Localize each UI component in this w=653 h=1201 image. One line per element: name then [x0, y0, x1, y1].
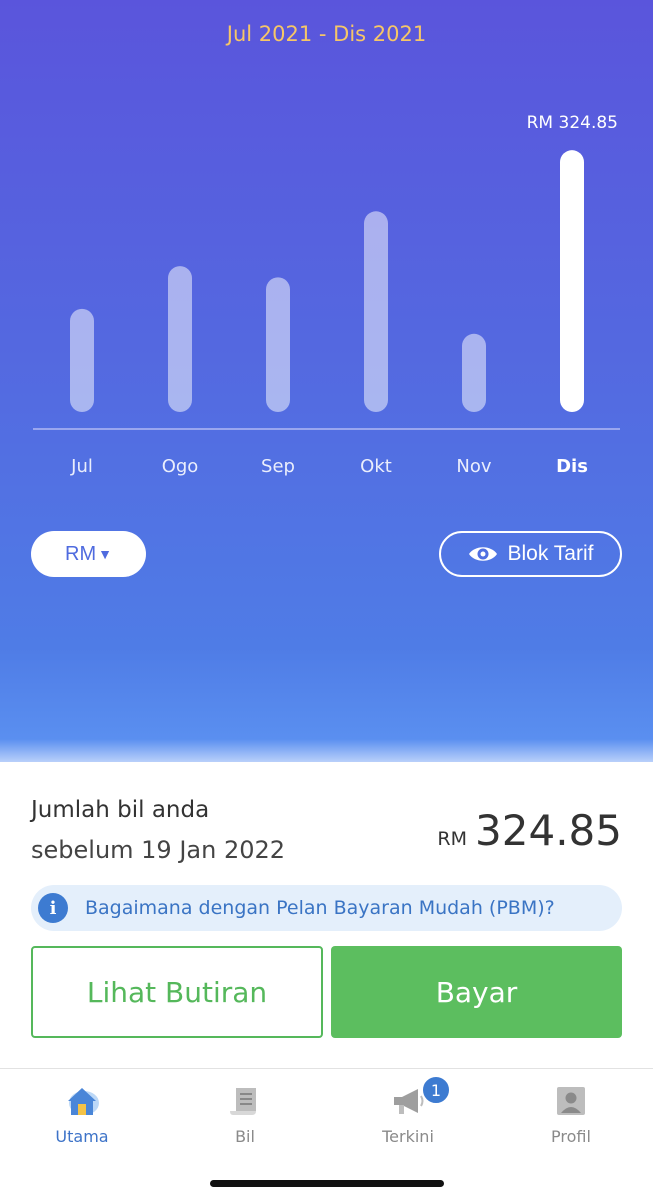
x-tick-label: Nov	[456, 456, 491, 477]
view-details-button[interactable]: Lihat Butiran	[31, 946, 323, 1038]
bill-currency: RM	[437, 828, 468, 850]
bar-ogo[interactable]	[168, 266, 192, 412]
x-tick-label: Okt	[360, 456, 392, 477]
bar-okt[interactable]	[364, 211, 388, 412]
bill-summary-title: Jumlah bil anda	[31, 797, 210, 823]
home-indicator	[210, 1180, 444, 1187]
x-tick-label: Jul	[70, 456, 93, 477]
tab-bil-label: Bil	[235, 1127, 255, 1146]
unit-label: RM	[65, 542, 97, 565]
tab-utama-label: Utama	[55, 1127, 109, 1146]
tariff-block-button[interactable]: Blok Tarif	[439, 531, 622, 577]
x-tick-label: Dis	[556, 456, 588, 477]
highlight-value-label: RM 324.85	[527, 113, 618, 133]
bill-due-date: sebelum 19 Jan 2022	[31, 836, 286, 864]
x-tick-label: Sep	[261, 456, 295, 477]
profile-icon	[557, 1087, 585, 1115]
bar-dis[interactable]	[560, 150, 584, 412]
eye-icon	[468, 547, 497, 561]
notification-badge: 1	[421, 1075, 451, 1105]
bill-icon	[230, 1088, 256, 1115]
bill-amount-value: 324.85	[475, 806, 622, 855]
usage-chart-panel: Jul 2021 - Dis 2021 Jul Ogo Sep Okt Nov Dis RM…	[0, 0, 653, 762]
x-tick-label: Ogo	[162, 456, 199, 477]
caret-down-icon: ▼	[98, 546, 112, 562]
tab-profil-label: Profil	[551, 1127, 591, 1146]
tab-utama[interactable]: Utama	[22, 1083, 142, 1146]
bill-amount: RM 324.85	[437, 806, 622, 855]
tab-bil[interactable]: Bil	[185, 1083, 305, 1146]
tariff-block-label: Blok Tarif	[507, 542, 594, 565]
pbm-info-banner[interactable]: i Bagaimana dengan Pelan Bayaran Mudah (…	[31, 885, 622, 931]
home-icon	[68, 1088, 99, 1115]
tab-terkini-label: Terkini	[382, 1127, 434, 1146]
bar-jul[interactable]	[70, 308, 94, 412]
unit-selector-button[interactable]: RM ▼	[31, 531, 146, 577]
info-icon: i	[38, 893, 68, 923]
bar-nov[interactable]	[462, 333, 486, 412]
period-label: Jul 2021 - Dis 2021	[226, 22, 427, 46]
pay-button[interactable]: Bayar	[331, 946, 622, 1038]
tab-profil[interactable]: Profil	[511, 1083, 631, 1146]
usage-bar-chart: Jul Ogo Sep Okt Nov Dis RM 324.85	[33, 113, 620, 477]
pbm-info-text: Bagaimana dengan Pelan Bayaran Mudah (PB…	[85, 897, 555, 919]
bar-sep[interactable]	[266, 277, 290, 412]
